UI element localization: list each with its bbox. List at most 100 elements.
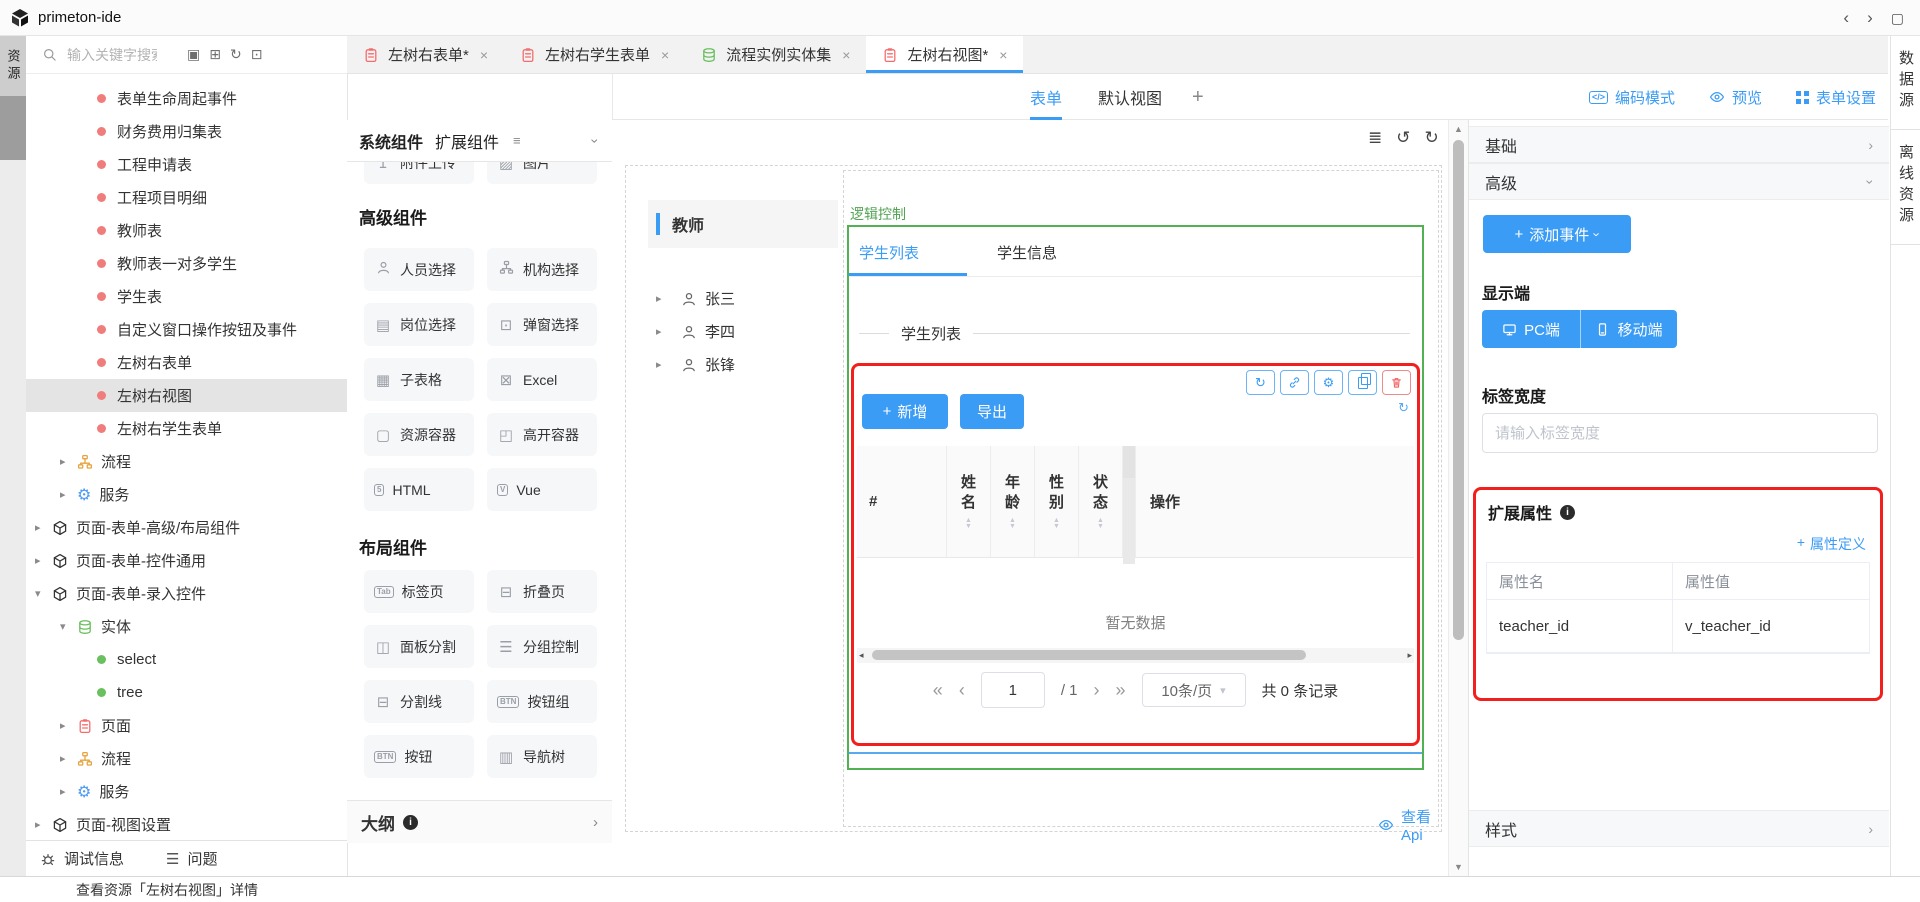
palette-tab-extend[interactable]: 扩展组件 (435, 129, 499, 153)
tree-item-selected[interactable]: 左树右视图 (26, 379, 347, 412)
sort-icons[interactable]: ▲▼ (965, 518, 972, 530)
add-property-link[interactable]: + 属性定义 (1797, 534, 1866, 554)
add-row-button[interactable]: + 新增 (862, 394, 948, 429)
doc-tab[interactable]: 左树右表单* × (347, 36, 504, 73)
mobile-side-button[interactable]: 移动端 (1581, 310, 1677, 348)
tree-item[interactable]: ▸流程 (26, 742, 347, 775)
teacher-node[interactable]: ▸ 李四 (656, 321, 735, 342)
tree-item[interactable]: 左树右学生表单 (26, 412, 347, 445)
prop-name-cell[interactable]: teacher_id (1487, 600, 1673, 652)
palette-item-button-group[interactable]: BTN按钮组 (487, 680, 597, 723)
restore-window-icon[interactable]: ▢ (1891, 10, 1904, 27)
tree-item[interactable]: tree (26, 676, 347, 709)
horizontal-scrollbar[interactable]: ◂ ▸ (857, 648, 1414, 663)
tab-student-list[interactable]: 学生列表 (859, 242, 919, 263)
canvas-scrollbar[interactable]: ▲ ▼ (1448, 120, 1468, 876)
grid-refresh-icon[interactable]: ↻ (1398, 400, 1409, 416)
tree-item[interactable]: ▸⚙服务 (26, 478, 347, 511)
tree-item[interactable]: ▾实体 (26, 610, 347, 643)
palette-item-button[interactable]: BTN按钮 (364, 735, 474, 778)
teacher-node[interactable]: ▸ 张锋 (656, 354, 735, 375)
tree-item[interactable]: 左树右表单 (26, 346, 347, 379)
palette-item-popup-select[interactable]: ⊡弹窗选择 (487, 303, 597, 346)
view-api-link[interactable]: 查看Api (1378, 806, 1448, 844)
teacher-node[interactable]: ▸ 张三 (656, 288, 735, 309)
logic-control-container[interactable]: 学生列表 学生信息 学生列表 ↻ ⚙ ↻ + (847, 225, 1424, 770)
tree-item[interactable]: select (26, 643, 347, 676)
palette-item-upload[interactable]: ↥附件上传 (364, 162, 474, 184)
palette-item-resource-container[interactable]: ▢资源容器 (364, 413, 474, 456)
add-event-button[interactable]: + 添加事件 › (1483, 215, 1631, 253)
palette-item-post-select[interactable]: ▤岗位选择 (364, 303, 474, 346)
sort-icons[interactable]: ▲▼ (1097, 518, 1104, 530)
debug-info-button[interactable]: 调试信息 (40, 848, 124, 869)
palette-collapse-icon[interactable]: › (588, 138, 604, 143)
close-icon[interactable]: × (661, 47, 669, 63)
problems-button[interactable]: ☰ 问题 (166, 848, 217, 869)
collapse-icon[interactable]: ▾ (35, 587, 52, 600)
widget-copy-icon[interactable] (1348, 370, 1377, 395)
palette-item-nav-tree[interactable]: ▥导航树 (487, 735, 597, 778)
palette-item-collapse[interactable]: ⊟折叠页 (487, 570, 597, 613)
page-size-select[interactable]: 10条/页 ▾ (1142, 673, 1246, 707)
expand-icon[interactable]: ▸ (60, 488, 77, 501)
close-icon[interactable]: × (480, 47, 488, 63)
tree-item[interactable]: 教师表一对多学生 (26, 247, 347, 280)
palette-item-tabs[interactable]: Tab标签页 (364, 570, 474, 613)
prop-value-cell[interactable]: v_teacher_id (1673, 600, 1869, 652)
tree-item[interactable]: ▾页面-表单-录入控件 (26, 577, 347, 610)
page-input[interactable] (981, 672, 1045, 708)
code-mode-button[interactable]: </> 编码模式 (1589, 87, 1675, 108)
add-view-button[interactable]: + (1192, 86, 1204, 109)
collapse-all-icon[interactable]: ⊡ (251, 46, 263, 63)
section-style[interactable]: 样式 › (1469, 810, 1889, 847)
doc-tab[interactable]: 流程实例实体集 × (685, 36, 866, 73)
palette-item-excel[interactable]: ⊠Excel (487, 358, 597, 401)
expand-icon[interactable]: ▸ (60, 785, 77, 798)
tree-item[interactable]: ▸页面-表单-高级/布局组件 (26, 511, 347, 544)
scrollbar-thumb[interactable] (872, 650, 1306, 660)
form-settings-button[interactable]: 表单设置 (1796, 87, 1876, 108)
dock-tab-datasource[interactable]: 数据源 (1891, 36, 1920, 130)
tree-item[interactable]: 工程项目明细 (26, 181, 347, 214)
tree-item[interactable]: 自定义窗口操作按钮及事件 (26, 313, 347, 346)
tree-item[interactable]: 财务费用归集表 (26, 115, 347, 148)
tab-student-info[interactable]: 学生信息 (997, 242, 1057, 263)
refresh-icon[interactable]: ↻ (230, 46, 242, 63)
activity-tab-resources[interactable]: 资源 (0, 36, 26, 96)
nav-back-icon[interactable]: ‹ (1843, 8, 1849, 28)
student-grid-widget[interactable]: ↻ ⚙ ↻ + 新增 导出 # (851, 363, 1420, 746)
widget-delete-icon[interactable] (1382, 370, 1411, 395)
view-tab-default[interactable]: 默认视图 (1098, 74, 1162, 120)
doc-tab-active[interactable]: 左树右视图* × (866, 36, 1023, 73)
prop-row[interactable]: teacher_id v_teacher_id (1487, 600, 1869, 653)
tree-item[interactable]: ▸流程 (26, 445, 347, 478)
expand-icon[interactable]: ▸ (35, 554, 52, 567)
scroll-up-icon[interactable]: ▲ (1449, 124, 1468, 134)
prev-page-button[interactable]: ‹ (959, 680, 965, 701)
widget-settings-icon[interactable]: ⚙ (1314, 370, 1343, 395)
widget-refresh-icon[interactable]: ↻ (1246, 370, 1275, 395)
palette-item-group-control[interactable]: ☰分组控制 (487, 625, 597, 668)
palette-item-html[interactable]: 5HTML (364, 468, 474, 511)
last-page-button[interactable]: » (1116, 680, 1126, 701)
tree-item[interactable]: 表单生命周起事件 (26, 82, 347, 115)
expand-icon[interactable]: ▸ (60, 455, 77, 468)
preview-button[interactable]: 预览 (1709, 87, 1762, 108)
form-designer-canvas[interactable]: ≣ ↺ ↻ 教师 ▸ 张三 ▸ 李四 ▸ 张锋 逻辑控制 (612, 120, 1448, 876)
palette-item-org-select[interactable]: 机构选择 (487, 248, 597, 291)
tree-item[interactable]: 学生表 (26, 280, 347, 313)
search-input[interactable] (65, 46, 159, 64)
palette-item-image[interactable]: ▨图片 (487, 162, 597, 184)
tree-item[interactable]: ▸⚙服务 (26, 775, 347, 808)
palette-menu-icon[interactable]: ≡ (513, 133, 521, 148)
tree-item[interactable]: ▸页面-表单-控件通用 (26, 544, 347, 577)
expand-icon[interactable]: ▸ (60, 752, 77, 765)
view-tab-form[interactable]: 表单 (1030, 74, 1062, 120)
new-folder-icon[interactable]: ⊞ (209, 46, 221, 63)
expand-icon[interactable]: ▸ (35, 818, 52, 831)
import-resource-icon[interactable]: ▣ (187, 46, 200, 63)
palette-item-divider[interactable]: ⊟分割线 (364, 680, 474, 723)
expand-icon[interactable]: ▸ (656, 325, 673, 338)
palette-item-subtable[interactable]: ▦子表格 (364, 358, 474, 401)
